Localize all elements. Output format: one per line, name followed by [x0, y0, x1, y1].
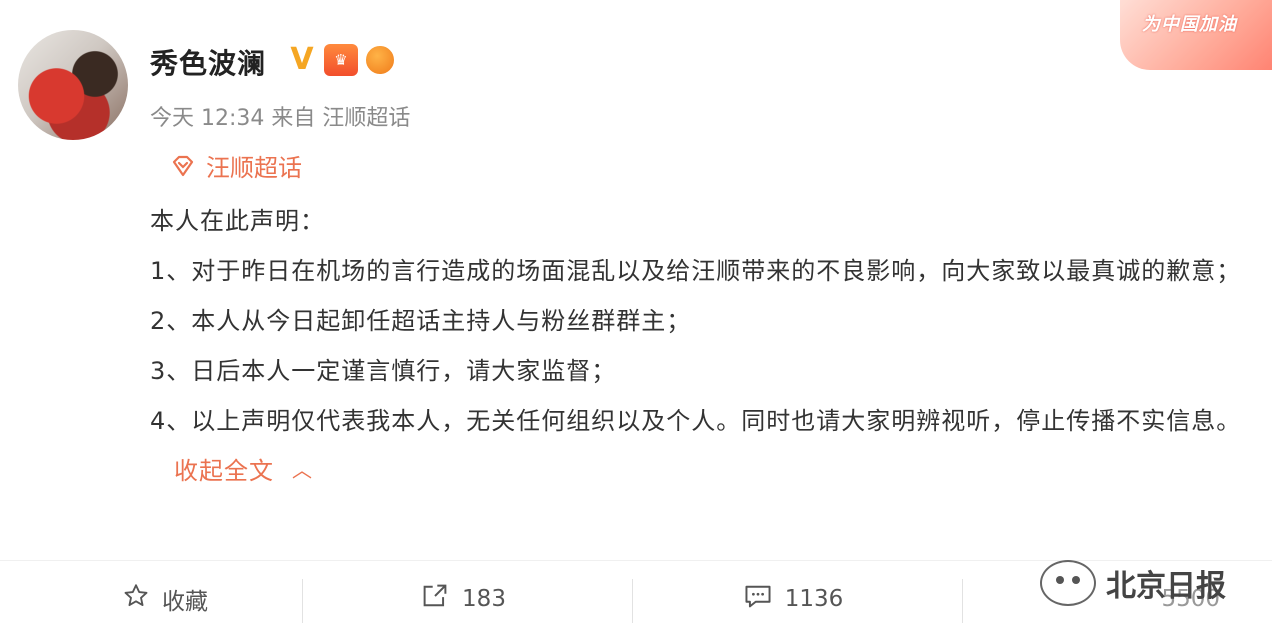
post-line: 本人在此声明： [150, 207, 325, 235]
promo-banner[interactable]: 为中国加油 [1120, 0, 1272, 70]
share-icon [420, 582, 450, 616]
topic-link[interactable]: 汪顺超话 [170, 148, 302, 183]
post-line-last: 4、以上声明仅代表我本人，无关任何组织以及个人。同时也请大家明辨视听，停止传播不… [150, 396, 1250, 497]
divider [962, 579, 963, 623]
post-line-text: 4、以上声明仅代表我本人，无关任何组织以及个人。同时也请大家明辨视听，停止传播不… [150, 407, 1242, 435]
watermark: 北京日报 [1040, 560, 1226, 606]
post-line: 1、对于昨日在机场的言行造成的场面混乱以及给汪顺带来的不良影响，向大家致以最真诚… [150, 257, 1242, 285]
repost-button[interactable]: 183 [298, 561, 628, 637]
wechat-logo-icon [1040, 560, 1096, 606]
avatar[interactable] [18, 30, 128, 140]
favorite-label: 收藏 [162, 589, 208, 615]
watermark-text: 北京日报 [1106, 569, 1226, 604]
promo-text: 为中国加油 [1142, 14, 1237, 35]
badge-group: V ♛ [286, 44, 396, 76]
post-line: 2、本人从今日起卸任超话主持人与粉丝群群主； [150, 307, 692, 335]
comment-button[interactable]: 1136 [628, 561, 958, 637]
favorite-button[interactable]: 收藏 [0, 561, 330, 637]
comment-count: 1136 [784, 586, 844, 612]
post-content: 本人在此声明： 1、对于昨日在机场的言行造成的场面混乱以及给汪顺带来的不良影响，… [150, 196, 1250, 497]
post-meta: 今天 12:34 来自 汪顺超话 [150, 106, 411, 131]
collapse-label: 收起全文 [174, 457, 274, 485]
post-line: 3、日后本人一定谨言慎行，请大家监督； [150, 357, 617, 385]
verified-v-icon[interactable]: V [286, 44, 318, 76]
username[interactable]: 秀色波澜 [150, 42, 266, 82]
star-icon [122, 582, 150, 616]
repost-count: 183 [462, 586, 506, 612]
topic-label: 汪顺超话 [206, 154, 302, 182]
topic-diamond-icon [170, 153, 196, 179]
comment-icon [743, 582, 773, 616]
fan-level-icon[interactable] [364, 44, 396, 76]
collapse-button[interactable]: 收起全文 ︿ [174, 457, 313, 485]
member-crown-icon[interactable]: ♛ [324, 44, 358, 76]
chevron-up-icon: ︿ [292, 458, 313, 482]
